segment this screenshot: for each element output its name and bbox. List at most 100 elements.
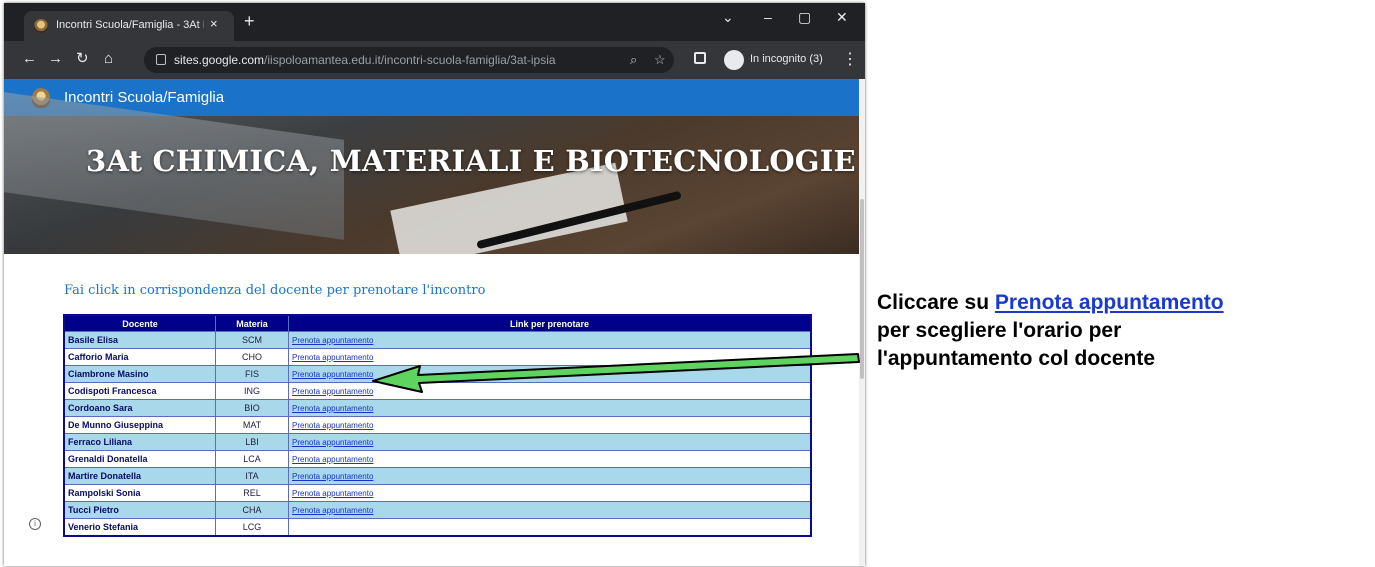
annotation-link[interactable]: Prenota appuntamento <box>995 291 1224 314</box>
page-title: 3At CHIMICA, MATERIALI E BIOTECNOLOGIE <box>86 144 856 178</box>
subject-cell: CHO <box>215 348 289 366</box>
url-text[interactable]: sites.google.com/iispoloamantea.edu.it/i… <box>174 53 556 67</box>
pointer-arrow-icon <box>372 353 860 393</box>
star-icon[interactable]: ☆ <box>654 52 666 68</box>
browser-window: Incontri Scuola/Famiglia - 3At IP × + ⌄ … <box>4 3 865 566</box>
site-favicon-icon <box>34 19 48 33</box>
booking-link-cell: Prenota appuntamento <box>288 416 812 434</box>
subject-cell: FIS <box>215 365 289 383</box>
page-viewport: Incontri Scuola/Famiglia 3At CHIMICA, MA… <box>4 79 865 566</box>
subject-cell: REL <box>215 484 289 502</box>
table-row: Cordoano Sara BIO Prenota appuntamento <box>63 399 812 417</box>
column-header-link: Link per prenotare <box>288 314 812 332</box>
lock-icon[interactable] <box>156 54 166 65</box>
subject-cell: BIO <box>215 399 289 417</box>
close-icon[interactable]: ✕ <box>836 9 848 26</box>
instruction-heading: Fai click in corrispondenza del docente … <box>64 283 486 298</box>
book-appointment-link[interactable]: Prenota appuntamento <box>292 387 373 396</box>
subject-cell: LCA <box>215 450 289 468</box>
book-appointment-link[interactable]: Prenota appuntamento <box>292 438 373 447</box>
column-header-materia: Materia <box>215 314 289 332</box>
teacher-name-cell: Basile Elisa <box>63 331 216 349</box>
tab-bar: Incontri Scuola/Famiglia - 3At IP × + ⌄ … <box>4 3 865 41</box>
maximize-icon[interactable]: ▢ <box>798 9 811 26</box>
book-appointment-link[interactable]: Prenota appuntamento <box>292 472 373 481</box>
info-icon[interactable]: i <box>29 518 41 530</box>
table-row: Venerio Stefania LCG <box>63 518 812 537</box>
subject-cell: CHA <box>215 501 289 519</box>
table-row: Rampolski Sonia REL Prenota appuntamento <box>63 484 812 502</box>
incognito-icon[interactable] <box>724 50 744 70</box>
home-icon[interactable]: ⌂ <box>104 50 113 68</box>
incognito-label[interactable]: In incognito (3) <box>750 53 823 65</box>
booking-link-cell: Prenota appuntamento <box>288 467 812 485</box>
address-bar[interactable]: sites.google.com/iispoloamantea.edu.it/i… <box>144 47 674 73</box>
booking-link-cell: Prenota appuntamento <box>288 331 812 349</box>
subject-cell: ING <box>215 382 289 400</box>
subject-cell: LCG <box>215 518 289 537</box>
booking-link-cell: Prenota appuntamento <box>288 484 812 502</box>
annotation-line-2: per scegliere l'orario per <box>877 319 1122 342</box>
teacher-name-cell: De Munno Giuseppina <box>63 416 216 434</box>
scrollbar[interactable] <box>859 79 865 566</box>
book-appointment-link[interactable]: Prenota appuntamento <box>292 404 373 413</box>
annotation-line-1: Cliccare su Prenota appuntamento <box>877 289 1367 317</box>
back-icon[interactable]: ← <box>22 50 37 68</box>
url-domain: sites.google.com <box>174 53 265 67</box>
booking-link-cell: Prenota appuntamento <box>288 501 812 519</box>
subject-cell: LBI <box>215 433 289 451</box>
browser-toolbar: ← → ↻ ⌂ sites.google.com/iispoloamantea.… <box>4 41 865 79</box>
book-appointment-link[interactable]: Prenota appuntamento <box>292 421 373 430</box>
booking-link-cell: Prenota appuntamento <box>288 399 812 417</box>
table-row: Basile Elisa SCM Prenota appuntamento <box>63 331 812 349</box>
table-header-row: Docente Materia Link per prenotare <box>63 314 812 332</box>
book-appointment-link[interactable]: Prenota appuntamento <box>292 455 373 464</box>
side-panel-icon[interactable] <box>694 52 706 64</box>
teacher-name-cell: Cafforio Maria <box>63 348 216 366</box>
new-tab-button[interactable]: + <box>244 12 255 30</box>
annotation-text: Cliccare su Prenota appuntamento per sce… <box>877 289 1367 373</box>
browser-tab[interactable]: Incontri Scuola/Famiglia - 3At IP × <box>24 11 234 41</box>
subject-cell: SCM <box>215 331 289 349</box>
page-content: Fai click in corrispondenza del docente … <box>4 254 859 566</box>
arrow-shape <box>372 353 860 393</box>
teacher-name-cell: Tucci Pietro <box>63 501 216 519</box>
book-appointment-link[interactable]: Prenota appuntamento <box>292 336 373 345</box>
reload-icon[interactable]: ↻ <box>76 50 89 68</box>
teacher-name-cell: Ciambrone Masino <box>63 365 216 383</box>
table-row: Martire Donatella ITA Prenota appuntamento <box>63 467 812 485</box>
menu-icon[interactable]: ⋮ <box>842 49 858 69</box>
teacher-name-cell: Codispoti Francesca <box>63 382 216 400</box>
column-header-docente: Docente <box>63 314 216 332</box>
tab-title: Incontri Scuola/Famiglia - 3At IP <box>56 19 204 31</box>
table-row: De Munno Giuseppina MAT Prenota appuntamen… <box>63 416 812 434</box>
teacher-name-cell: Martire Donatella <box>63 467 216 485</box>
teacher-name-cell: Venerio Stefania <box>63 518 216 537</box>
table-row: Ferraco Liliana LBI Prenota appuntamento <box>63 433 812 451</box>
teacher-name-cell: Cordoano Sara <box>63 399 216 417</box>
booking-link-cell: Prenota appuntamento <box>288 450 812 468</box>
book-appointment-link[interactable]: Prenota appuntamento <box>292 353 373 362</box>
forward-icon[interactable]: → <box>48 50 63 68</box>
table-row: Grenaldi Donatella LCA Prenota appuntament… <box>63 450 812 468</box>
book-appointment-link[interactable]: Prenota appuntamento <box>292 489 373 498</box>
chevron-down-icon[interactable]: ⌄ <box>722 9 734 26</box>
book-appointment-link[interactable]: Prenota appuntamento <box>292 370 373 379</box>
teacher-name-cell: Grenaldi Donatella <box>63 450 216 468</box>
teacher-table: Docente Materia Link per prenotare Basil… <box>63 314 812 537</box>
table-row: Tucci Pietro CHA Prenota appuntamento <box>63 501 812 519</box>
minimize-icon[interactable]: – <box>764 9 772 25</box>
book-appointment-link[interactable]: Prenota appuntamento <box>292 506 373 515</box>
zoom-icon[interactable]: ⌕ <box>630 52 637 68</box>
teacher-name-cell: Rampolski Sonia <box>63 484 216 502</box>
subject-cell: ITA <box>215 467 289 485</box>
booking-link-cell: Prenota appuntamento <box>288 433 812 451</box>
annotation-line-3: l'appuntamento col docente <box>877 347 1156 370</box>
hero-banner: 3At CHIMICA, MATERIALI E BIOTECNOLOGIE <box>4 92 859 270</box>
tab-close-icon[interactable]: × <box>210 16 218 31</box>
url-path: /iispoloamantea.edu.it/incontri-scuola-f… <box>264 53 556 67</box>
annotation-prefix: Cliccare su <box>877 291 995 314</box>
subject-cell: MAT <box>215 416 289 434</box>
teacher-name-cell: Ferraco Liliana <box>63 433 216 451</box>
booking-link-cell <box>288 518 812 537</box>
